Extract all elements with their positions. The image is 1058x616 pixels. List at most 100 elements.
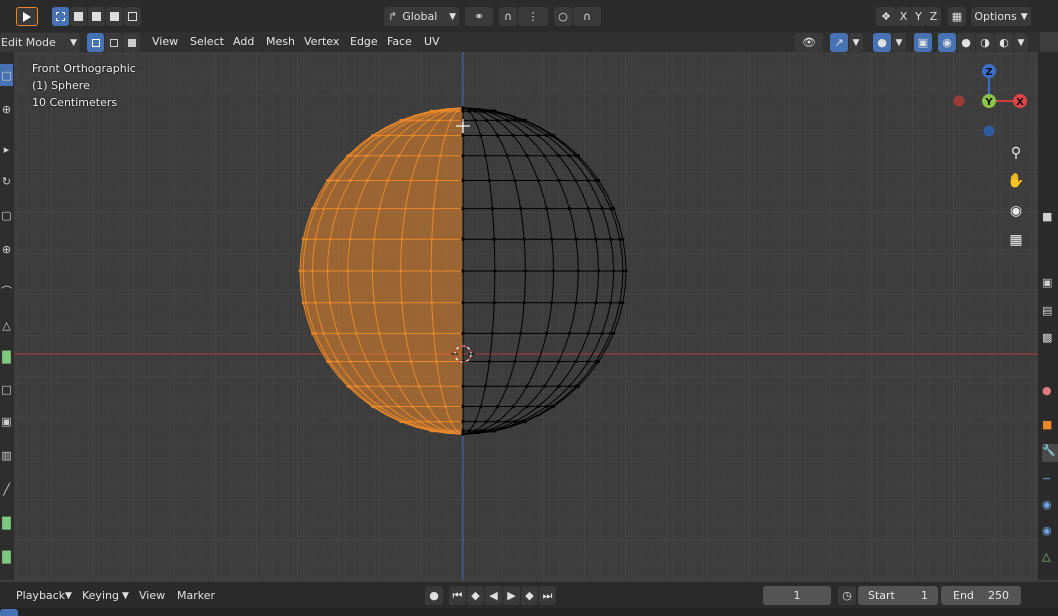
tool-measure[interactable]: △ (0, 314, 13, 336)
tool-scale[interactable]: ▢ (0, 204, 13, 226)
auto-merge-toggle[interactable]: ▦ (948, 7, 966, 26)
particles-properties-icon[interactable]: ∽ (1042, 472, 1058, 490)
tool-rotate[interactable]: ↻ (0, 170, 13, 192)
vertex-selected (336, 207, 340, 211)
timeline-menu-view[interactable]: View (139, 588, 165, 604)
mirror-x-toggle[interactable]: X (896, 7, 911, 26)
tool-inset[interactable]: □ (0, 378, 13, 400)
physics-properties-icon[interactable]: ◉ (1042, 498, 1058, 516)
record-button[interactable]: ● (425, 586, 443, 605)
tool-poly-build[interactable]: █ (0, 512, 13, 534)
navigation-gizmo[interactable]: Z Y X (948, 60, 1034, 140)
visibility-dropdown[interactable]: 👁 (795, 33, 823, 52)
tool-transform[interactable]: ⊕ (0, 238, 13, 260)
edge-select-mode-button[interactable] (105, 33, 122, 52)
gizmo-x-neg[interactable] (953, 95, 965, 107)
tool-select-box[interactable]: □ (0, 64, 13, 86)
tool-spin[interactable]: █ (0, 546, 13, 568)
face-select-mode-button[interactable] (123, 33, 140, 52)
vertex-select-mode-button[interactable] (87, 33, 104, 52)
next-keyframe-button[interactable]: ◆ (521, 586, 538, 605)
viewport-canvas[interactable] (14, 52, 1038, 580)
mirror-z-toggle[interactable]: Z (926, 7, 941, 26)
tool-knife[interactable]: ╱ (0, 478, 13, 500)
menu-vertex[interactable]: Vertex (304, 34, 339, 50)
snap-target-dropdown[interactable]: ⋮ (518, 7, 548, 26)
tool-cursor[interactable]: ⊕ (0, 98, 13, 120)
pivot-point-dropdown[interactable]: ⚭ (465, 7, 493, 26)
vertex (525, 133, 529, 138)
snap-toggle[interactable]: ∩ (499, 7, 517, 26)
frame-indicator[interactable] (0, 609, 18, 616)
transform-orientation-dropdown[interactable]: ↱ Global ▼ (384, 7, 459, 26)
mirror-y-toggle[interactable]: Y (911, 7, 926, 26)
menu-face[interactable]: Face (387, 34, 412, 50)
shading-dropdown[interactable]: ▼ (1014, 33, 1028, 52)
proportional-falloff-dropdown[interactable]: ∩ (573, 7, 601, 26)
select-mode-new-button[interactable] (52, 7, 69, 26)
timeline-menu-marker[interactable]: Marker (177, 588, 215, 604)
gizmo-z-neg[interactable] (983, 125, 995, 137)
modifier-properties-icon[interactable]: 🔧 (1042, 444, 1058, 462)
options-dropdown[interactable]: Options ▼ (971, 7, 1031, 26)
gizmo-toggle[interactable]: ↗ (830, 33, 848, 52)
shading-rendered-button[interactable]: ◐ (995, 33, 1013, 52)
timeline-menu-keying[interactable]: Keying (82, 588, 119, 604)
timeline-menu-playback[interactable]: Playback (16, 588, 65, 604)
data-properties-icon[interactable]: △ (1042, 550, 1058, 568)
scene-properties-icon[interactable]: ● (1042, 384, 1058, 402)
record-icon: ● (429, 589, 439, 602)
shading-wireframe-button[interactable]: ◉ (938, 33, 956, 52)
tool-loop-cut[interactable]: ▥ (0, 444, 13, 466)
object-properties-icon[interactable]: ■ (1042, 418, 1058, 436)
select-mode-subtract-button[interactable] (88, 7, 105, 26)
tool-annotate[interactable]: ⌒ (0, 280, 13, 302)
gizmo-dropdown[interactable]: ▼ (849, 33, 863, 52)
tool-properties-icon[interactable]: ■ (1042, 210, 1058, 228)
play-button[interactable]: ▶ (503, 586, 520, 605)
3d-viewport[interactable] (14, 52, 1038, 580)
end-frame-field[interactable]: End 250 (941, 586, 1021, 605)
select-mode-invert-button[interactable] (106, 7, 123, 26)
tool-move[interactable]: ▸ (0, 138, 13, 160)
overlays-dropdown[interactable]: ▼ (892, 33, 906, 52)
proportional-edit-toggle[interactable]: ○ (554, 7, 572, 26)
tool-bevel[interactable]: ▣ (0, 410, 13, 432)
tool-extrude[interactable]: █ (0, 346, 13, 368)
mirror-toggle[interactable]: ❖ (876, 7, 896, 26)
view-layer-icon[interactable]: ▩ (1042, 331, 1058, 349)
select-tool-button[interactable] (16, 7, 38, 26)
mode-dropdown[interactable]: Edit Mode ▼ (0, 33, 80, 52)
render-properties-icon[interactable]: ▣ (1042, 276, 1058, 294)
menu-mesh[interactable]: Mesh (266, 34, 295, 50)
menu-select[interactable]: Select (190, 34, 224, 50)
prev-keyframe-button[interactable]: ◆ (467, 586, 484, 605)
vertex (467, 109, 471, 113)
output-properties-icon[interactable]: ▤ (1042, 304, 1058, 322)
constraints-properties-icon[interactable]: ◉ (1042, 524, 1058, 542)
zoom-button[interactable]: ⚲ (1003, 140, 1029, 166)
menu-add[interactable]: Add (233, 34, 254, 50)
select-mode-intersect-button[interactable] (124, 7, 141, 26)
pan-button[interactable]: ✋ (1003, 168, 1029, 194)
jump-end-button[interactable]: ⏭ (539, 586, 556, 605)
vertex (611, 269, 616, 273)
menu-uv[interactable]: UV (424, 34, 440, 50)
timeline-ruler[interactable] (0, 608, 1058, 616)
xray-toggle[interactable]: ▣ (914, 33, 932, 52)
overlays-toggle[interactable]: ● (873, 33, 891, 52)
play-reverse-button[interactable]: ◀ (485, 586, 502, 605)
camera-view-button[interactable]: ◉ (1003, 198, 1029, 224)
menu-edge[interactable]: Edge (350, 34, 378, 50)
preview-range-toggle[interactable]: ◷ (838, 586, 856, 605)
select-mode-extend-button[interactable] (70, 7, 87, 26)
shading-solid-button[interactable]: ● (957, 33, 975, 52)
shading-material-button[interactable]: ◑ (976, 33, 994, 52)
menu-view[interactable]: View (152, 34, 178, 50)
start-frame-field[interactable]: Start 1 (858, 586, 938, 605)
sphere-mesh[interactable] (298, 106, 628, 436)
ortho-toggle-button[interactable]: ▦ (1003, 227, 1029, 253)
vertex-selected (435, 429, 438, 433)
jump-start-button[interactable]: ⏮ (449, 586, 466, 605)
current-frame-field[interactable]: 1 (763, 586, 831, 605)
